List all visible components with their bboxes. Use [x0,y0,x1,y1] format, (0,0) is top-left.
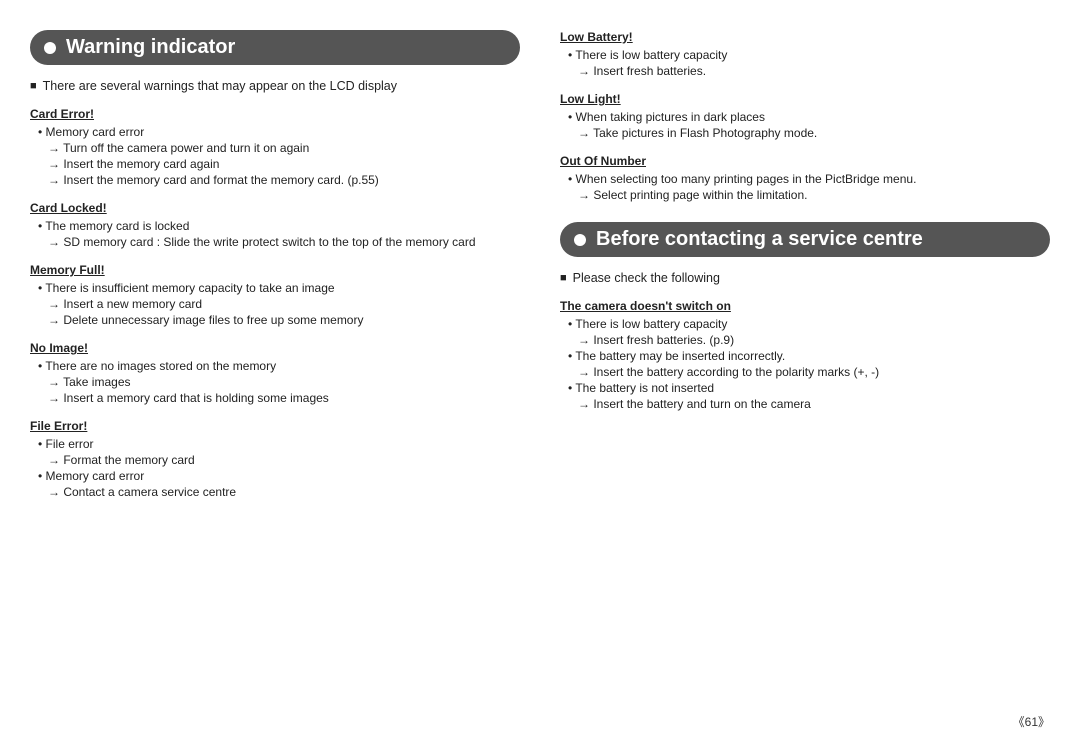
subsection-title: File Error! [30,419,520,433]
page: Warning indicator There are several warn… [0,0,1080,746]
arrow-item: Insert fresh batteries. [578,64,1050,78]
subsection: The camera doesn't switch on There is low… [560,299,1050,411]
subsection: File Error! File error Format the memory c… [30,419,520,499]
left-sections: Card Error! Memory card error Turn off the… [30,107,520,499]
arrow-item: Insert a memory card that is holding som… [48,391,520,405]
warning-indicator-title: Warning indicator [66,36,235,59]
subsection-title: The camera doesn't switch on [560,299,1050,313]
subsection: No Image! There are no images stored on t… [30,341,520,405]
left-column: Warning indicator There are several warn… [30,20,520,726]
subsection: Card Locked! The memory card is locked SD … [30,201,520,249]
arrow-item: Format the memory card [48,453,520,467]
subsection-title: Low Battery! [560,30,1050,44]
subsection-title: Card Error! [30,107,520,121]
arrow-item: Delete unnecessary image files to free u… [48,313,520,327]
bullet-item: When selecting too many printing pages i… [568,172,1050,186]
bullet-item: Memory card error [38,469,520,483]
arrow-item: Take images [48,375,520,389]
subsection: Card Error! Memory card error Turn off the… [30,107,520,187]
warning-intro: There are several warnings that may appe… [30,79,520,93]
arrow-item: SD memory card : Slide the write protect… [48,235,520,249]
arrow-item: Insert fresh batteries. (p.9) [578,333,1050,347]
subsection-title: Card Locked! [30,201,520,215]
warning-indicator-header: Warning indicator [30,30,520,65]
subsection-title: Out Of Number [560,154,1050,168]
right-column: Low Battery! There is low battery capacit… [560,20,1050,726]
bullet-item: There is low battery capacity [568,48,1050,62]
bullet-item: File error [38,437,520,451]
right-bottom: Before contacting a service centre Pleas… [560,222,1050,411]
right-top-sections: Low Battery! There is low battery capacit… [560,30,1050,202]
right-bottom-sections: The camera doesn't switch on There is low… [560,299,1050,411]
arrow-item: Contact a camera service centre [48,485,520,499]
subsection: Out Of Number When selecting too many pri… [560,154,1050,202]
subsection-title: Memory Full! [30,263,520,277]
subsection: Low Light! When taking pictures in dark p… [560,92,1050,140]
service-centre-intro: Please check the following [560,271,1050,285]
service-centre-header: Before contacting a service centre [560,222,1050,257]
subsection-title: No Image! [30,341,520,355]
bullet-item: The battery is not inserted [568,381,1050,395]
arrow-item: Insert the battery and turn on the camer… [578,397,1050,411]
bullet-item: When taking pictures in dark places [568,110,1050,124]
bullet-item: There is low battery capacity [568,317,1050,331]
subsection: Memory Full! There is insufficient memory… [30,263,520,327]
page-number: 《61》 [1013,713,1050,730]
arrow-item: Insert the battery according to the pola… [578,365,1050,379]
service-centre-title: Before contacting a service centre [596,228,923,251]
bullet-item: Memory card error [38,125,520,139]
header-bullet-2 [574,234,586,246]
arrow-item: Insert the memory card again [48,157,520,171]
right-top: Low Battery! There is low battery capacit… [560,30,1050,202]
arrow-item: Insert a new memory card [48,297,520,311]
arrow-item: Turn off the camera power and turn it on… [48,141,520,155]
arrow-item: Select printing page within the limitati… [578,188,1050,202]
subsection: Low Battery! There is low battery capacit… [560,30,1050,78]
arrow-item: Take pictures in Flash Photography mode. [578,126,1050,140]
arrow-item: Insert the memory card and format the me… [48,173,520,187]
bullet-item: The battery may be inserted incorrectly. [568,349,1050,363]
subsection-title: Low Light! [560,92,1050,106]
bullet-item: There are no images stored on the memory [38,359,520,373]
bullet-item: The memory card is locked [38,219,520,233]
header-bullet [44,42,56,54]
bullet-item: There is insufficient memory capacity to… [38,281,520,295]
